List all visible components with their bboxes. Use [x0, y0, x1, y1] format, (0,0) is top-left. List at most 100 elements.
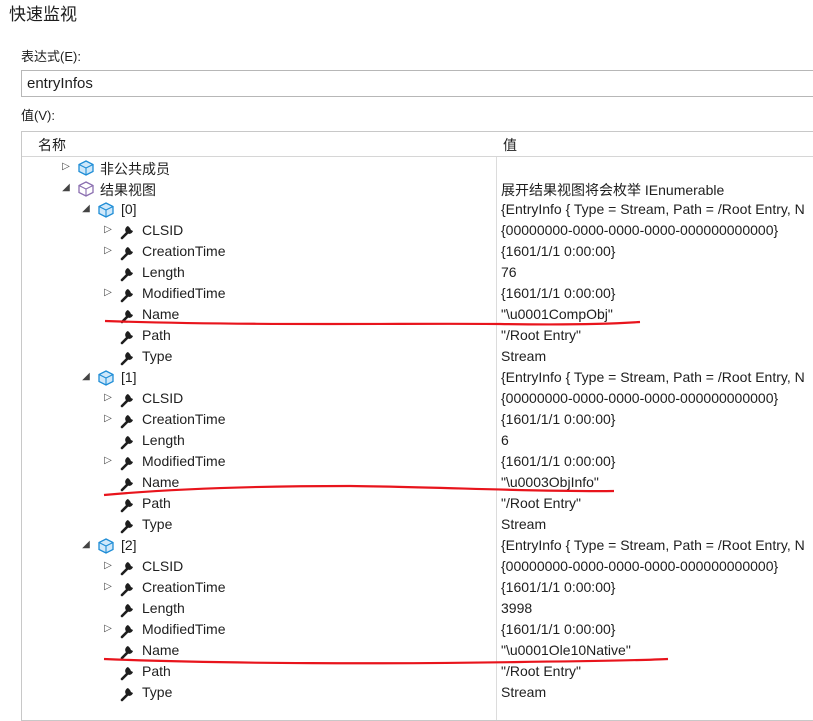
row-value: "/Root Entry"	[501, 663, 581, 679]
tree-row[interactable]: Name "\u0001CompObj"	[22, 304, 813, 325]
expand-arrow-icon[interactable]: ▷	[104, 245, 112, 257]
collapse-arrow-icon[interactable]: ◢	[82, 371, 90, 383]
property-icon	[119, 453, 137, 471]
expand-arrow-icon[interactable]: ▷	[104, 392, 112, 404]
row-value: "/Root Entry"	[501, 327, 581, 343]
column-header-name[interactable]: 名称	[38, 135, 66, 155]
tree-row[interactable]: ▷ CLSID {00000000-0000-0000-0000-000000000…	[22, 388, 813, 409]
expand-arrow-icon[interactable]: ▷	[104, 224, 112, 236]
row-name: [1]	[121, 369, 137, 385]
row-value: {EntryInfo { Type = Stream, Path = /Root…	[501, 369, 805, 385]
property-icon	[119, 222, 137, 240]
row-name: Name	[142, 642, 180, 658]
property-icon	[119, 600, 137, 618]
tree-row[interactable]: ▷ ModifiedTime {1601/1/1 0:00:00}	[22, 283, 813, 304]
property-icon	[119, 432, 137, 450]
row-value: 6	[501, 432, 509, 448]
expand-arrow-icon[interactable]: ▷	[104, 560, 112, 572]
row-value: "\u0003ObjInfo"	[501, 474, 599, 490]
tree-row[interactable]: ▷ CreationTime {1601/1/1 0:00:00}	[22, 241, 813, 262]
property-icon	[119, 306, 137, 324]
row-value: {EntryInfo { Type = Stream, Path = /Root…	[501, 201, 805, 217]
row-name: Name	[142, 474, 180, 490]
row-value: {1601/1/1 0:00:00}	[501, 453, 616, 469]
tree-row[interactable]: ▷ CreationTime {1601/1/1 0:00:00}	[22, 409, 813, 430]
tree-row[interactable]: ▷ CLSID {00000000-0000-0000-0000-000000000…	[22, 556, 813, 577]
row-value: {1601/1/1 0:00:00}	[501, 621, 616, 637]
grid-header: 名称 值	[22, 132, 813, 157]
row-name: CreationTime	[142, 579, 226, 595]
expand-arrow-icon[interactable]: ▷	[104, 581, 112, 593]
tree-row[interactable]: ◢ [2] {EntryInfo { Type = Stream, Path = /…	[22, 535, 813, 556]
expand-arrow-icon[interactable]: ▷	[104, 287, 112, 299]
row-value: Stream	[501, 684, 547, 700]
row-name: [0]	[121, 201, 137, 217]
row-name: CLSID	[142, 558, 184, 574]
property-icon	[119, 327, 137, 345]
row-name: CLSID	[142, 390, 184, 406]
tree-row[interactable]: Name "\u0003ObjInfo"	[22, 472, 813, 493]
row-name: ModifiedTime	[142, 621, 226, 637]
row-value: 展开结果视图将会枚举 IEnumerable	[501, 182, 725, 198]
row-name: Path	[142, 495, 171, 511]
row-name: Length	[142, 600, 185, 616]
tree-row[interactable]: Path "/Root Entry"	[22, 493, 813, 514]
row-value: {1601/1/1 0:00:00}	[501, 411, 616, 427]
row-name: Name	[142, 306, 180, 322]
expand-arrow-icon[interactable]: ▷	[104, 413, 112, 425]
tree-row[interactable]: ◢ [0] {EntryInfo { Type = Stream, Path = /…	[22, 199, 813, 220]
column-header-value[interactable]: 值	[503, 135, 517, 155]
tree-row[interactable]: Path "/Root Entry"	[22, 661, 813, 682]
property-icon	[119, 348, 137, 366]
expand-arrow-icon[interactable]: ▷	[62, 161, 70, 173]
tree-row[interactable]: ▷ ModifiedTime {1601/1/1 0:00:00}	[22, 619, 813, 640]
property-icon	[119, 579, 137, 597]
row-value: {00000000-0000-0000-0000-000000000000}	[501, 390, 779, 406]
value-label: 值(V):	[21, 108, 55, 123]
tree-row[interactable]: Type Stream	[22, 514, 813, 535]
row-name: Length	[142, 264, 185, 280]
tree-row[interactable]: Type Stream	[22, 682, 813, 703]
property-icon	[119, 621, 137, 639]
tree-row[interactable]: ▷ CLSID {00000000-0000-0000-0000-000000000…	[22, 220, 813, 241]
row-value: {1601/1/1 0:00:00}	[501, 285, 616, 301]
collapse-arrow-icon[interactable]: ◢	[82, 203, 90, 215]
expand-arrow-icon[interactable]: ▷	[104, 455, 112, 467]
tree-row[interactable]: Path "/Root Entry"	[22, 325, 813, 346]
row-name: CreationTime	[142, 243, 226, 259]
row-value: Stream	[501, 348, 547, 364]
row-value: "\u0001CompObj"	[501, 306, 613, 322]
tree-row[interactable]: ▷ ModifiedTime {1601/1/1 0:00:00}	[22, 451, 813, 472]
window-title: 快速监视	[9, 5, 77, 24]
property-icon	[119, 243, 137, 261]
object-icon	[97, 537, 115, 555]
row-name: 结果视图	[100, 182, 156, 198]
row-name: Type	[142, 684, 173, 700]
row-name: ModifiedTime	[142, 285, 226, 301]
object-icon	[97, 201, 115, 219]
collapse-arrow-icon[interactable]: ◢	[82, 539, 90, 551]
tree-row[interactable]: ◢ [1] {EntryInfo { Type = Stream, Path = /…	[22, 367, 813, 388]
object-icon	[97, 369, 115, 387]
row-name: Path	[142, 327, 171, 343]
expression-input[interactable]: entryInfos	[21, 70, 813, 97]
property-icon	[119, 285, 137, 303]
tree-row[interactable]: Length 6	[22, 430, 813, 451]
tree-row[interactable]: ▷ CreationTime {1601/1/1 0:00:00}	[22, 577, 813, 598]
tree-row[interactable]: ▷ 非公共成员	[22, 157, 813, 178]
expression-label: 表达式(E):	[21, 49, 81, 64]
expand-arrow-icon[interactable]: ▷	[104, 623, 112, 635]
property-icon	[119, 495, 137, 513]
tree-row[interactable]: ◢ 结果视图 展开结果视图将会枚举 IEnumerable	[22, 178, 813, 199]
tree-row[interactable]: Length 3998	[22, 598, 813, 619]
row-name: Length	[142, 432, 185, 448]
row-name: Path	[142, 663, 171, 679]
tree-row[interactable]: Length 76	[22, 262, 813, 283]
row-name: Type	[142, 516, 173, 532]
collapse-arrow-icon[interactable]: ◢	[62, 182, 70, 194]
property-icon	[119, 474, 137, 492]
tree-row[interactable]: Name "\u0001Ole10Native"	[22, 640, 813, 661]
tree-row[interactable]: Type Stream	[22, 346, 813, 367]
row-value: {00000000-0000-0000-0000-000000000000}	[501, 222, 779, 238]
row-value: {1601/1/1 0:00:00}	[501, 243, 616, 259]
